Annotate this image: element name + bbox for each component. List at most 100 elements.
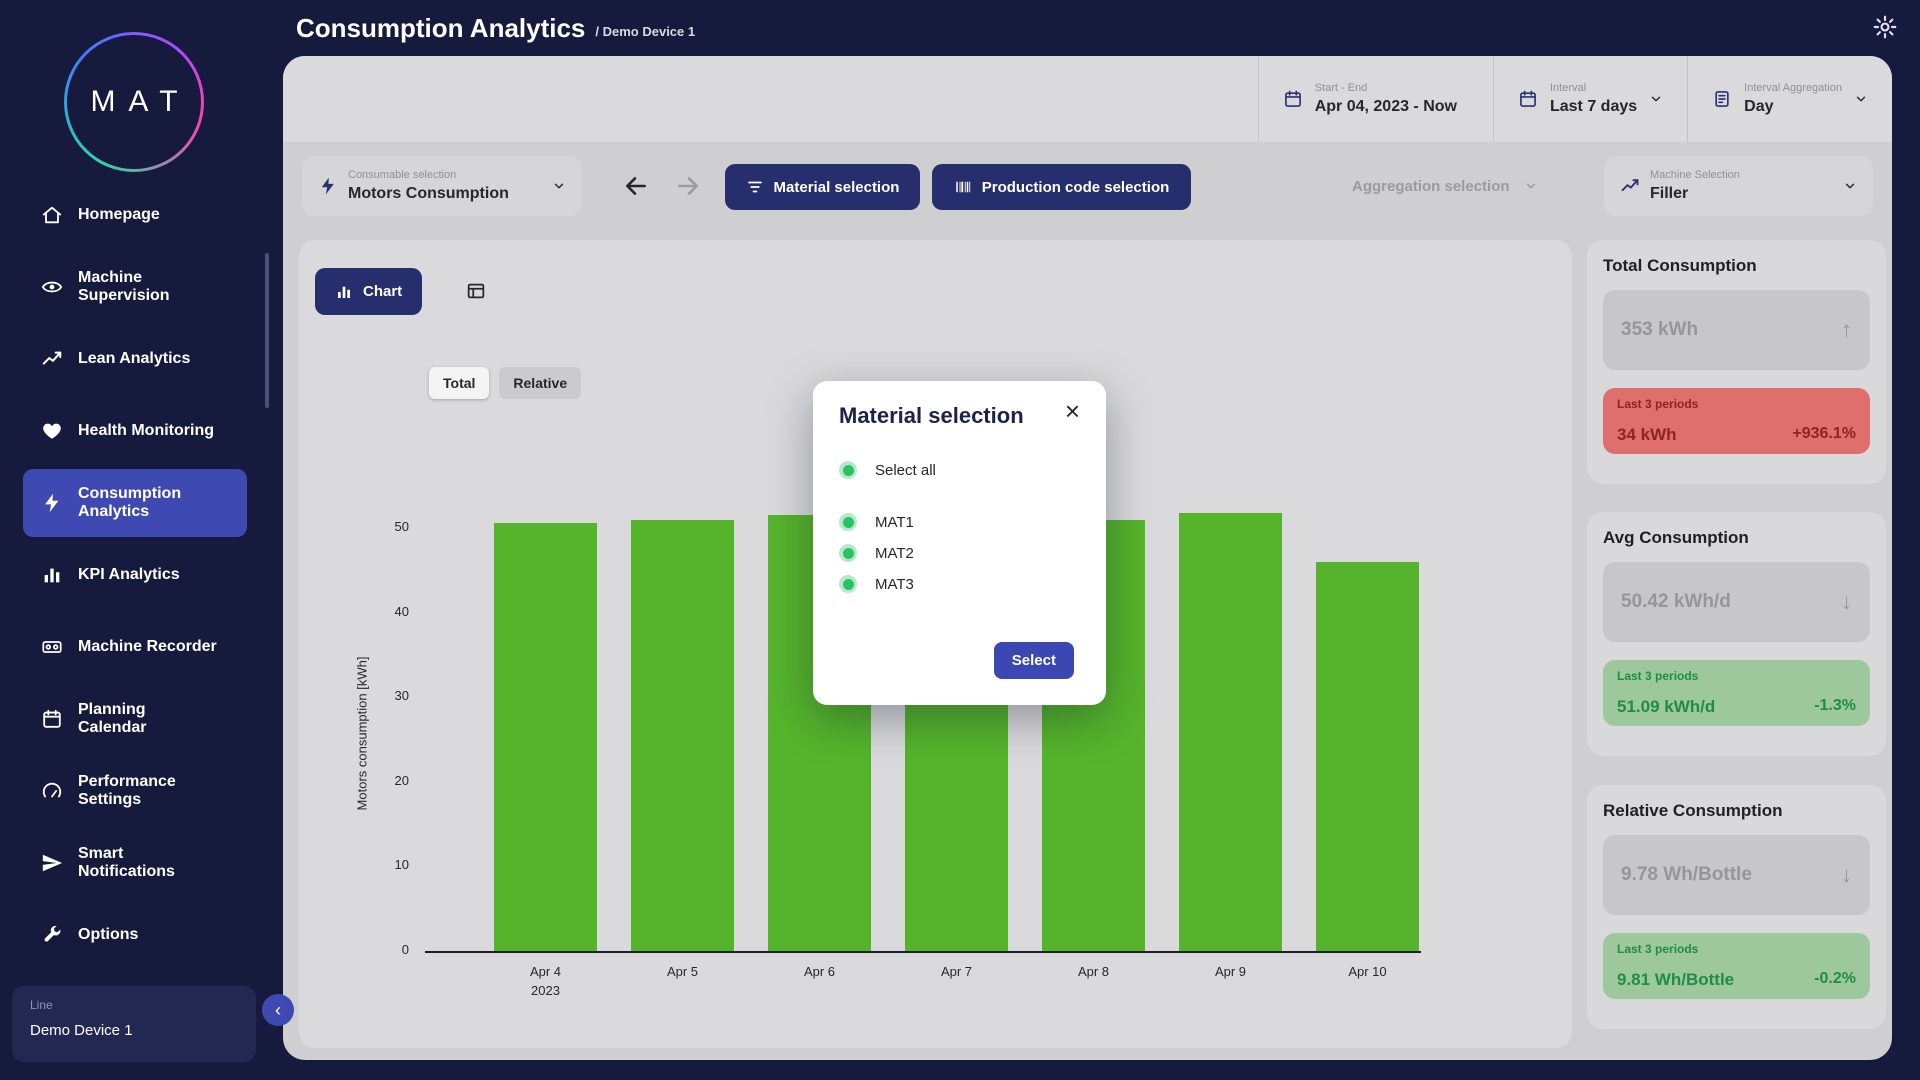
bolt-icon	[41, 492, 63, 514]
material-options-list: MAT1 MAT2 MAT3	[839, 513, 1080, 593]
interval-aggregation-value: Day	[1744, 98, 1842, 116]
period-delta: -1.3%	[1814, 697, 1856, 717]
material-selection-button[interactable]: Material selection	[725, 164, 920, 210]
chevron-down-icon	[1524, 179, 1538, 193]
page-header: Consumption Analytics / Demo Device 1	[283, 0, 1920, 56]
y-tick-label: 40	[357, 604, 409, 619]
material-option-mat1[interactable]: MAT1	[839, 513, 1080, 531]
trend-down-icon: ↓	[1841, 862, 1852, 888]
toggle-on-icon[interactable]	[839, 544, 857, 562]
line-selector-card[interactable]: Line Demo Device 1	[12, 986, 256, 1062]
x-tick-label: Apr 4 2023	[530, 963, 561, 1001]
bar-apr-4	[494, 523, 597, 951]
sidebar-item-options[interactable]: Options	[23, 901, 247, 969]
x-tick-label: Apr 7	[941, 963, 972, 982]
machine-selection-select[interactable]: Machine Selection Filler	[1604, 156, 1873, 216]
x-tick-label: Apr 6	[804, 963, 835, 982]
sidebar-item-machine-supervision[interactable]: Machine Supervision	[23, 253, 247, 321]
sidebar-scrollbar[interactable]	[265, 253, 269, 408]
period-value: 51.09 kWh/d	[1617, 697, 1715, 717]
sidebar-item-smart-notifications[interactable]: Smart Notifications	[23, 829, 247, 897]
gear-icon[interactable]	[1872, 14, 1898, 40]
modal-title: Material selection	[839, 403, 1024, 429]
bar-apr-10	[1316, 562, 1419, 951]
chevron-down-icon	[1843, 179, 1857, 193]
sidebar-item-health-monitoring[interactable]: Health Monitoring	[23, 397, 247, 465]
period-value: 9.81 Wh/Bottle	[1617, 970, 1734, 990]
consumable-selection-value: Motors Consumption	[348, 185, 540, 203]
production-code-selection-button[interactable]: Production code selection	[932, 164, 1191, 210]
period-label: Last 3 periods	[1617, 669, 1856, 683]
card-value-box: 9.78 Wh/Bottle ↓	[1603, 835, 1870, 915]
consumable-selection-select[interactable]: Consumable selection Motors Consumption	[302, 156, 582, 216]
document-icon	[1712, 89, 1732, 109]
trend-down-icon: ↓	[1841, 589, 1852, 615]
consumable-selection-label: Consumable selection	[348, 169, 540, 181]
card-title: Total Consumption	[1603, 256, 1870, 276]
interval-aggregation-select[interactable]: Interval Aggregation Day	[1687, 56, 1892, 142]
sidebar-item-planning-calendar[interactable]: Planning Calendar	[23, 685, 247, 753]
sidebar-item-kpi-analytics[interactable]: KPI Analytics	[23, 541, 247, 609]
app-logo: MAT	[64, 32, 204, 172]
top-toolbar: Start - End Apr 04, 2023 - Now Interval …	[283, 56, 1892, 142]
y-tick-label: 0	[357, 942, 409, 957]
y-tick-label: 30	[357, 688, 409, 703]
period-value: 34 kWh	[1617, 425, 1677, 445]
material-option-mat3[interactable]: MAT3	[839, 575, 1080, 593]
table-view-icon[interactable]	[465, 280, 487, 302]
chevron-down-icon	[1854, 92, 1868, 106]
close-icon[interactable]: ×	[1065, 401, 1080, 421]
forward-arrow-button[interactable]	[669, 168, 707, 206]
y-tick-label: 20	[357, 773, 409, 788]
arrow-left-icon	[623, 173, 649, 199]
material-option-label: MAT2	[875, 545, 914, 562]
sidebar-item-label: KPI Analytics	[78, 566, 180, 584]
sidebar-item-lean-analytics[interactable]: Lean Analytics	[23, 325, 247, 393]
aggregation-selection-label: Aggregation selection	[1352, 178, 1510, 195]
app-logo-text: MAT	[77, 85, 190, 119]
send-icon	[41, 852, 63, 874]
chart-view-button[interactable]: Chart	[315, 268, 422, 315]
aggregation-selection-select[interactable]: Aggregation selection	[1352, 156, 1578, 216]
sidebar-item-performance-settings[interactable]: Performance Settings	[23, 757, 247, 825]
back-arrow-button[interactable]	[617, 168, 655, 206]
trend-up-icon: ↑	[1841, 317, 1852, 343]
sidebar-nav: Homepage Machine Supervision Lean Analytic…	[23, 181, 247, 973]
sidebar-collapse-button[interactable]: ‹	[262, 994, 294, 1026]
sidebar-item-label: Consumption Analytics	[78, 485, 181, 522]
sidebar-item-machine-recorder[interactable]: Machine Recorder	[23, 613, 247, 681]
material-selection-button-label: Material selection	[774, 179, 900, 196]
x-tick-label: Apr 9	[1215, 963, 1246, 982]
calendar-icon	[41, 708, 63, 730]
period-label: Last 3 periods	[1617, 942, 1856, 956]
sidebar-item-label: Machine Supervision	[78, 269, 170, 306]
date-range-value: Apr 04, 2023 - Now	[1315, 98, 1457, 116]
home-icon	[41, 204, 63, 226]
select-button[interactable]: Select	[994, 642, 1074, 679]
bar-apr-5	[631, 520, 734, 952]
select-all-option[interactable]: Select all	[839, 461, 1080, 479]
interval-label: Interval	[1550, 82, 1637, 94]
interval-select[interactable]: Interval Last 7 days	[1493, 56, 1687, 142]
material-option-mat2[interactable]: MAT2	[839, 544, 1080, 562]
toggle-on-icon[interactable]	[839, 513, 857, 531]
toggle-on-icon[interactable]	[839, 461, 857, 479]
mode-toggle: Total Relative	[429, 367, 581, 399]
y-tick-label: 50	[357, 519, 409, 534]
card-period-box: Last 3 periods 51.09 kWh/d -1.3%	[1603, 660, 1870, 726]
calendar-icon	[1518, 89, 1538, 109]
toolbar-controls: Start - End Apr 04, 2023 - Now Interval …	[1258, 56, 1892, 142]
sidebar-item-homepage[interactable]: Homepage	[23, 181, 247, 249]
card-period-box: Last 3 periods9.81 Wh/Bottle-0.2%	[1603, 933, 1870, 999]
period-label: Last 3 periods	[1617, 397, 1856, 411]
mode-relative-button[interactable]: Relative	[499, 367, 581, 399]
card-total-consumption: Total Consumption353 kWh↑Last 3 periods3…	[1587, 240, 1886, 484]
mode-total-button[interactable]: Total	[429, 367, 489, 399]
card-value: 9.78 Wh/Bottle	[1621, 864, 1752, 886]
date-range-select[interactable]: Start - End Apr 04, 2023 - Now	[1258, 56, 1493, 142]
toggle-on-icon[interactable]	[839, 575, 857, 593]
line-label: Line	[30, 998, 238, 1012]
sidebar-item-consumption-analytics[interactable]: Consumption Analytics	[23, 469, 247, 537]
selection-controls-row: Consumable selection Motors Consumption …	[283, 156, 1892, 218]
calendar-icon	[1283, 89, 1303, 109]
